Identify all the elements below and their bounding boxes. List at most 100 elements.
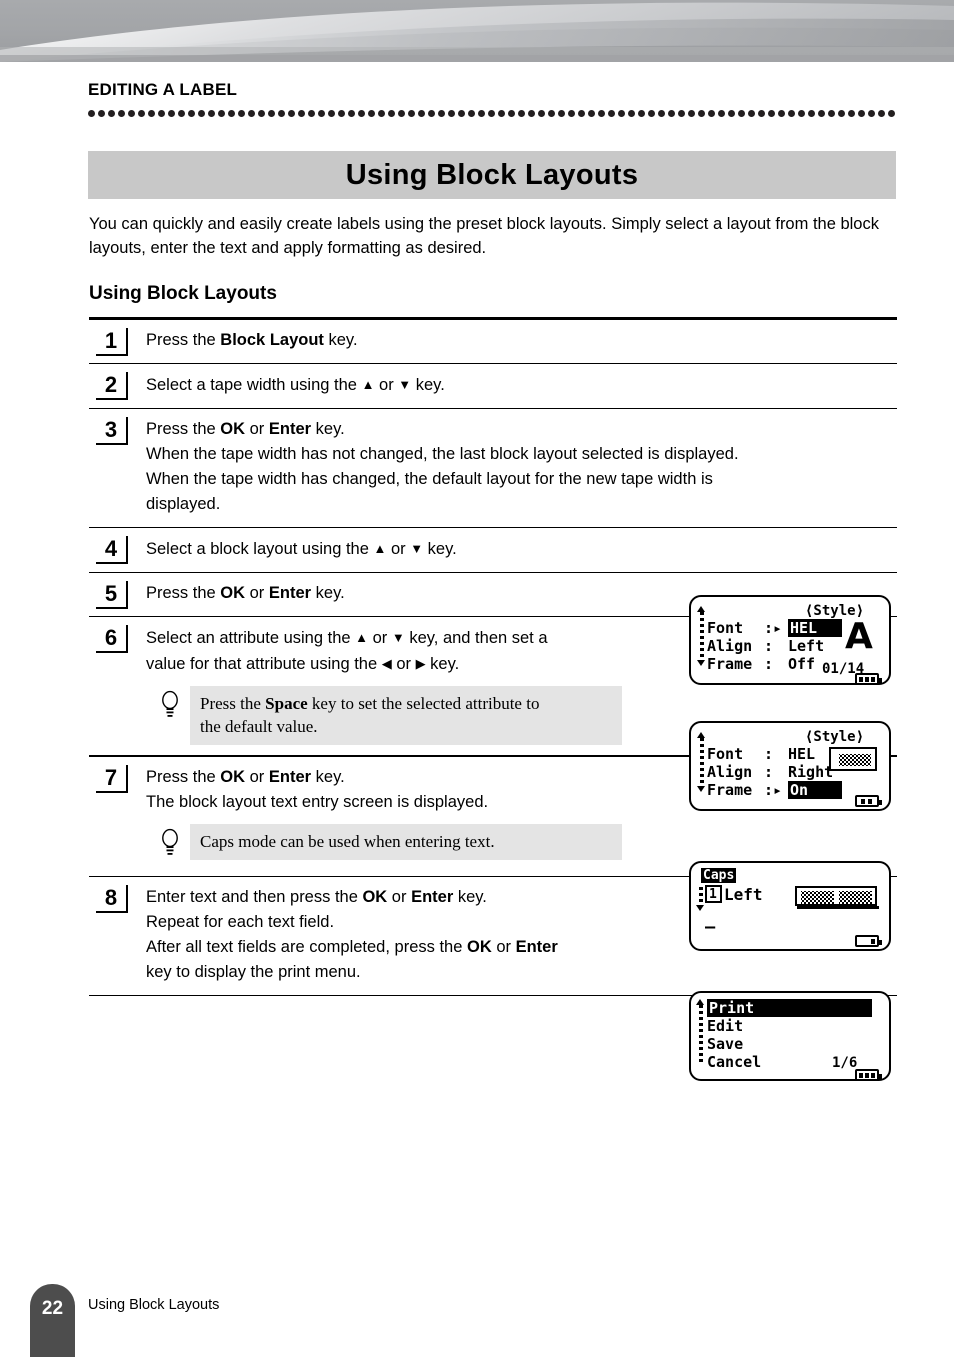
step-text: or — [391, 655, 416, 674]
rule-dot — [248, 110, 255, 117]
rule-dot — [858, 110, 865, 117]
step-text: or — [374, 375, 399, 394]
rule-dot — [378, 110, 385, 117]
lcd5-battery-icon — [855, 673, 882, 685]
rule-dot — [638, 110, 645, 117]
step-text: or — [387, 887, 412, 906]
rule-dot — [818, 110, 825, 117]
rule-dot — [848, 110, 855, 117]
step-text-line: When the tape width has not changed, the… — [146, 442, 897, 467]
page-number: 22 — [41, 1298, 64, 1319]
rule-dot — [438, 110, 445, 117]
step-text: When the tape width has not changed, the… — [146, 444, 739, 463]
rule-dot — [468, 110, 475, 117]
rule-dot — [98, 110, 105, 117]
rule-dot — [788, 110, 795, 117]
rule-dot — [518, 110, 525, 117]
step-text: key. — [323, 330, 358, 349]
lcd7-scroll-down-icon — [696, 905, 704, 911]
step-text: Press the — [146, 584, 221, 603]
key-name: Enter — [268, 584, 312, 603]
rule-dot — [888, 110, 895, 117]
lcd6-row0-label: Font — [707, 745, 744, 763]
step-text: Press the — [146, 419, 221, 438]
tip-text: Press the Space key to set the selected … — [190, 686, 622, 746]
rule-dot — [178, 110, 185, 117]
page-title: Using Block Layouts — [345, 158, 639, 191]
key-name: Enter — [268, 767, 312, 786]
step-text: After all text fields are completed, pre… — [146, 937, 467, 956]
rule-dot — [838, 110, 845, 117]
section-subhead: Using Block Layouts — [89, 283, 277, 304]
key-name: Block Layout — [220, 330, 324, 349]
step-text: Select an attribute using the — [146, 629, 356, 648]
rule-dot — [128, 110, 135, 117]
lcd5-row2-value: Off — [788, 655, 816, 673]
rule-dot — [198, 110, 205, 117]
lcd6-battery-icon — [855, 795, 882, 807]
rule-dot — [658, 110, 665, 117]
step-item: 1 Press the Block Layout key. — [89, 320, 897, 363]
rule-dot — [538, 110, 545, 117]
rule-dot — [548, 110, 555, 117]
step-text-line: displayed. — [146, 492, 897, 517]
step-body: Select a block layout using the ▲ or ▼ k… — [128, 528, 897, 572]
page-top-banner — [0, 0, 954, 72]
step-text: Caps mode can be used when entering text… — [200, 831, 495, 851]
rule-dot — [218, 110, 225, 117]
rule-dot — [868, 110, 875, 117]
lcd8-menu-item-0[interactable]: Print — [707, 999, 872, 1017]
lcd-screen-step5: ⟨Style⟩ Font :▸ HEL Align : Left Frame :… — [689, 595, 891, 685]
lcd8-scrollbar — [699, 1005, 703, 1063]
lcd7-preview-block-1 — [801, 891, 834, 904]
rule-dot — [488, 110, 495, 117]
lcd7-text-cursor: — — [705, 917, 716, 937]
rule-dot — [388, 110, 395, 117]
key-name: Space — [265, 694, 308, 714]
rule-dot — [368, 110, 375, 117]
lcd8-scroll-up-icon — [696, 999, 704, 1005]
step-text: Press the — [200, 694, 266, 714]
banner-graphic — [0, 0, 954, 62]
lcd-screen-step7: Caps 1 Left — — [689, 861, 891, 951]
running-head: EDITING A LABEL — [88, 80, 238, 99]
key-name: OK — [220, 584, 246, 603]
rule-dot — [258, 110, 265, 117]
rule-dot — [718, 110, 725, 117]
rule-dot — [708, 110, 715, 117]
lcd6-row2-value: On — [788, 781, 842, 799]
rule-dot — [88, 110, 95, 117]
step-text-line: When the tape width has changed, the def… — [146, 467, 897, 492]
rule-dot — [318, 110, 325, 117]
lcd8-menu-item-3[interactable]: Cancel — [707, 1053, 761, 1071]
key-name: OK — [467, 937, 492, 956]
step-text: Select a block layout using the — [146, 540, 374, 559]
step-number-3: 3 — [96, 416, 128, 445]
lcd8-menu-item-2[interactable]: Save — [707, 1035, 743, 1053]
lcd6-scrollbar — [700, 738, 704, 786]
rule-dot — [138, 110, 145, 117]
rule-dot — [808, 110, 815, 117]
key-name: Enter — [411, 887, 454, 906]
lcd6-row2-label: Frame — [707, 781, 753, 799]
step-text: or — [491, 937, 516, 956]
rule-dot — [688, 110, 695, 117]
rule-dot — [748, 110, 755, 117]
rule-dot — [398, 110, 405, 117]
rule-dot — [508, 110, 515, 117]
step-text: key. — [411, 375, 445, 394]
rule-dot — [118, 110, 125, 117]
step-item: 3 Press the OK or Enter key. When the tape… — [89, 409, 897, 527]
lcd7-scrollbar — [699, 887, 703, 905]
step-number-8: 8 — [96, 884, 128, 913]
key-name: OK — [220, 767, 246, 786]
lcd7-battery-icon — [855, 935, 882, 947]
lightbulb-icon — [160, 686, 190, 728]
step-text: the default value. — [200, 717, 318, 737]
rule-dot — [228, 110, 235, 117]
rule-dot — [768, 110, 775, 117]
step-number-5: 5 — [96, 581, 128, 610]
rule-dot — [498, 110, 505, 117]
rule-dot — [558, 110, 565, 117]
lcd8-menu-item-1[interactable]: Edit — [707, 1017, 743, 1035]
